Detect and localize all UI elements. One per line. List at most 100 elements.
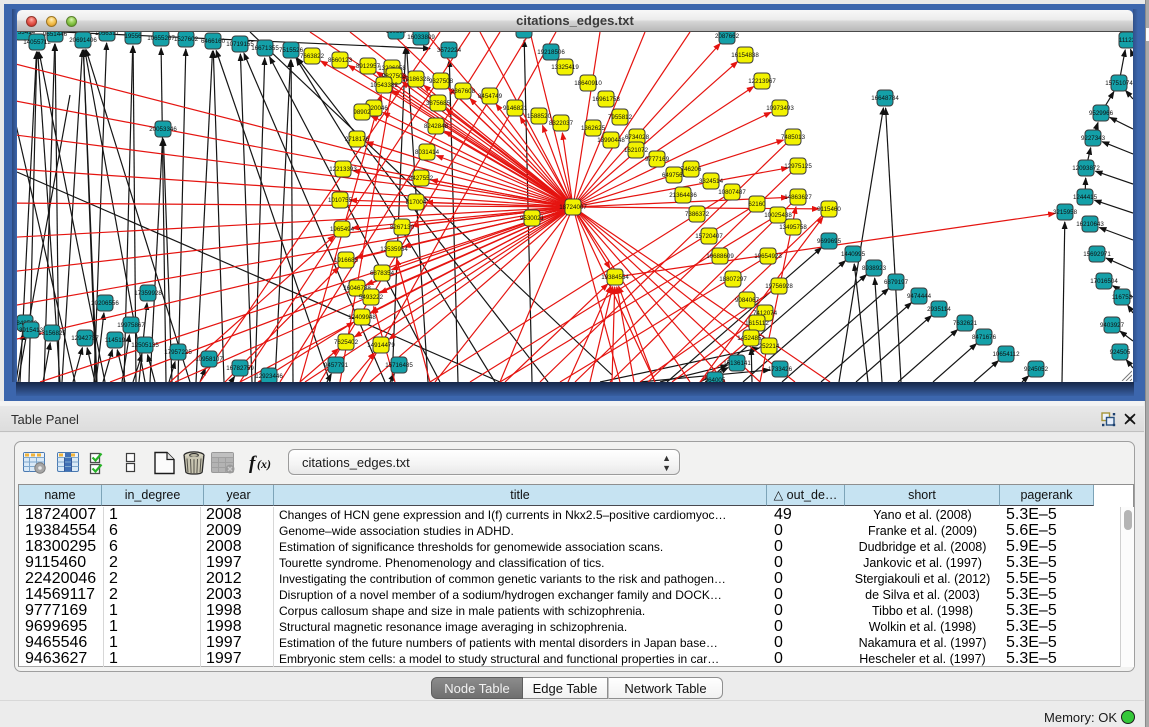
svg-text:12213393: 12213393 — [329, 166, 357, 173]
svg-text:20206556: 20206556 — [91, 300, 119, 307]
svg-text:9245052: 9245052 — [1024, 366, 1049, 373]
svg-text:8813054: 8813054 — [512, 32, 537, 34]
svg-text:9699695: 9699695 — [817, 238, 842, 245]
svg-text:1440995: 1440995 — [841, 251, 866, 258]
svg-text:9403927: 9403927 — [1100, 322, 1125, 329]
svg-text:2367608: 2367608 — [451, 88, 476, 95]
svg-text:17957225: 17957225 — [164, 349, 192, 356]
svg-text:3875685: 3875685 — [426, 100, 451, 107]
svg-text:16154838: 16154838 — [731, 52, 759, 59]
svg-text:14863627: 14863627 — [784, 194, 812, 201]
svg-text:62160: 62160 — [748, 201, 766, 208]
svg-text:20053346: 20053346 — [149, 126, 177, 133]
svg-text:18186328: 18186328 — [402, 76, 430, 83]
svg-text:8267130: 8267130 — [390, 224, 415, 231]
svg-text:19218506: 19218506 — [537, 49, 565, 56]
svg-text:7663822: 7663822 — [300, 53, 325, 60]
svg-text:2087662: 2087662 — [715, 33, 740, 40]
svg-text:924505: 924505 — [1110, 349, 1131, 356]
svg-text:964005: 964005 — [705, 377, 726, 382]
svg-text:16961758: 16961758 — [592, 96, 620, 103]
svg-text:12975125: 12975125 — [784, 163, 812, 170]
svg-text:17016504: 17016504 — [1090, 278, 1118, 285]
svg-text:16648784: 16648784 — [871, 95, 899, 102]
svg-text:8471676: 8471676 — [972, 334, 997, 341]
svg-text:9084067: 9084067 — [735, 297, 760, 304]
svg-text:9474444: 9474444 — [907, 293, 932, 300]
svg-text:13535954: 13535954 — [380, 246, 408, 253]
svg-text:10655267: 10655267 — [147, 35, 175, 42]
svg-text:9777169: 9777169 — [645, 156, 670, 163]
svg-text:15692971: 15692971 — [1083, 251, 1111, 258]
svg-text:160338: 160338 — [386, 32, 407, 35]
svg-text:8660123: 8660123 — [328, 57, 353, 64]
svg-text:10958107: 10958107 — [195, 356, 223, 363]
svg-text:2718176: 2718176 — [345, 136, 370, 143]
svg-text:10973493: 10973493 — [766, 105, 794, 112]
svg-text:6879197: 6879197 — [884, 279, 909, 286]
svg-text:9115460: 9115460 — [817, 206, 841, 213]
svg-text:12942737: 12942737 — [71, 335, 99, 342]
svg-text:98902: 98902 — [353, 109, 371, 116]
svg-text:6878354: 6878354 — [370, 270, 395, 277]
svg-text:3324514: 3324514 — [699, 178, 724, 185]
svg-text:15751074: 15751074 — [1105, 80, 1133, 87]
svg-text:1916685: 1916685 — [334, 257, 359, 264]
svg-text:8454749: 8454749 — [478, 93, 503, 100]
svg-text:7386372: 7386372 — [685, 211, 710, 218]
svg-text:12505135: 12505135 — [131, 342, 159, 349]
svg-text:13325419: 13325419 — [551, 64, 579, 71]
svg-text:9530021: 9530021 — [520, 215, 545, 222]
svg-text:2935114: 2935114 — [927, 306, 951, 313]
svg-text:9146821: 9146821 — [503, 105, 528, 112]
svg-text:15720407: 15720407 — [695, 233, 723, 240]
svg-text:8322037: 8322037 — [549, 120, 574, 127]
svg-text:5493222: 5493222 — [359, 294, 384, 301]
svg-text:17359928: 17359928 — [134, 290, 162, 297]
svg-text:(x): (x) — [257, 457, 271, 471]
svg-text:21364436: 21364436 — [669, 192, 697, 199]
svg-text:18807297: 18807297 — [719, 276, 747, 283]
svg-text:7632621: 7632621 — [953, 320, 978, 327]
svg-text:9651446: 9651446 — [43, 32, 68, 38]
svg-text:15716485: 15716485 — [385, 362, 413, 369]
svg-text:9327508: 9327508 — [429, 78, 454, 85]
svg-text:8938923: 8938923 — [862, 265, 887, 272]
svg-text:116753: 116753 — [1112, 294, 1133, 301]
svg-text:15136141: 15136141 — [723, 360, 751, 367]
svg-text:746206: 746206 — [681, 166, 702, 173]
svg-text:7485013: 7485013 — [781, 134, 806, 141]
svg-text:1527602: 1527602 — [174, 36, 199, 43]
svg-text:20691406: 20691406 — [69, 37, 97, 44]
svg-text:13156829: 13156829 — [38, 330, 66, 337]
svg-text:12213967: 12213967 — [748, 78, 776, 85]
svg-text:9457791: 9457791 — [324, 362, 349, 369]
svg-text:10688609: 10688609 — [706, 253, 734, 260]
svg-text:19756928: 19756928 — [765, 283, 793, 290]
svg-text:14914479: 14914479 — [367, 342, 395, 349]
svg-text:6734028: 6734028 — [625, 134, 650, 141]
svg-text:10025438: 10025438 — [764, 212, 792, 219]
svg-text:13495758: 13495758 — [779, 224, 807, 231]
svg-text:1965494: 1965494 — [330, 226, 355, 233]
svg-text:9529966: 9529966 — [1089, 110, 1114, 117]
svg-text:7625402: 7625402 — [334, 339, 359, 346]
svg-text:3215958: 3215958 — [1053, 209, 1078, 216]
svg-text:10543382: 10543382 — [370, 82, 398, 89]
svg-text:18990448: 18990448 — [597, 137, 625, 144]
svg-text:1010755: 1010755 — [328, 197, 353, 204]
svg-text:19384554: 19384554 — [601, 274, 629, 281]
svg-text:8242848: 8242848 — [424, 123, 449, 130]
svg-text:1588520: 1588520 — [527, 113, 552, 120]
svg-text:252214: 252214 — [759, 343, 780, 350]
svg-text:817004: 817004 — [406, 199, 427, 206]
svg-text:16210643: 16210643 — [1076, 221, 1104, 228]
svg-text:10807487: 10807487 — [718, 189, 746, 196]
svg-text:16033809: 16033809 — [407, 34, 435, 41]
svg-text:12923446: 12923446 — [255, 373, 283, 380]
svg-text:16782759: 16782759 — [226, 365, 254, 372]
svg-text:1056317: 1056317 — [95, 32, 120, 37]
svg-text:11123: 11123 — [1119, 37, 1133, 44]
svg-text:6466160: 6466160 — [201, 38, 226, 45]
svg-text:19975867: 19975867 — [117, 322, 145, 329]
